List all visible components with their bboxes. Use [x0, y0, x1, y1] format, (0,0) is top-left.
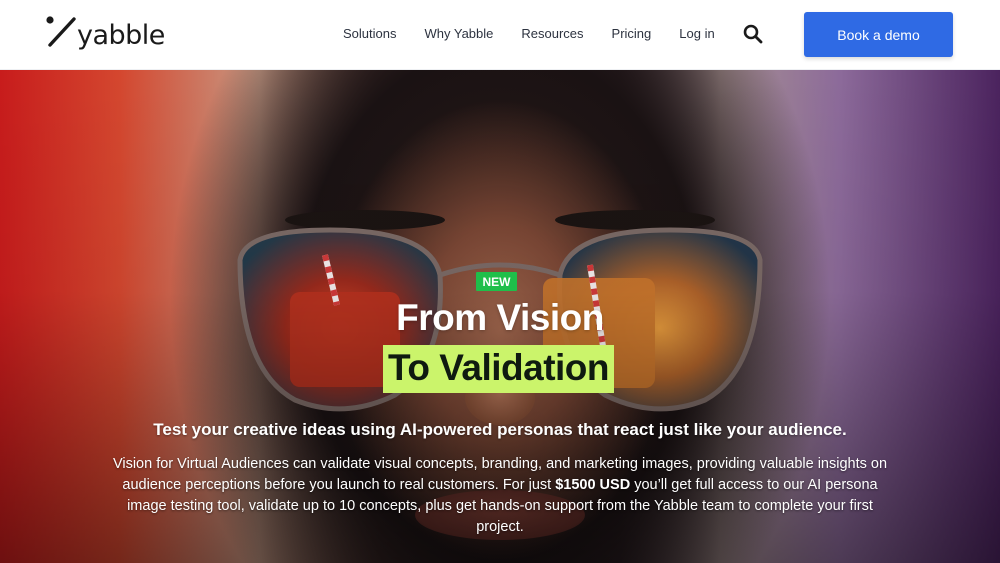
nav-pricing[interactable]: Pricing [612, 26, 652, 41]
hero-description-price: $1500 USD [555, 477, 631, 493]
search-icon [743, 24, 763, 44]
hero-title-line-2-wrap: To Validation [383, 345, 614, 393]
main-nav: Solutions Why Yabble Resources Pricing L… [343, 26, 743, 41]
book-demo-button[interactable]: Book a demo [804, 12, 953, 57]
hero-title-line-2: To Validation [383, 345, 614, 393]
new-badge: NEW [476, 272, 517, 291]
nav-resources[interactable]: Resources [521, 26, 583, 41]
search-button[interactable] [743, 24, 763, 44]
logo-text: yabble [77, 20, 165, 51]
hero-title-line-1: From Vision [396, 297, 604, 338]
yabble-logo[interactable]: yabble [45, 15, 175, 55]
hero-subtitle: Test your creative ideas using AI-powere… [153, 420, 847, 439]
site-header: yabble Solutions Why Yabble Resources Pr… [0, 0, 1000, 70]
nav-log-in[interactable]: Log in [679, 26, 714, 41]
nav-why-yabble[interactable]: Why Yabble [424, 26, 493, 41]
hero-description: Vision for Virtual Audiences can validat… [110, 454, 890, 538]
nav-solutions[interactable]: Solutions [343, 26, 396, 41]
